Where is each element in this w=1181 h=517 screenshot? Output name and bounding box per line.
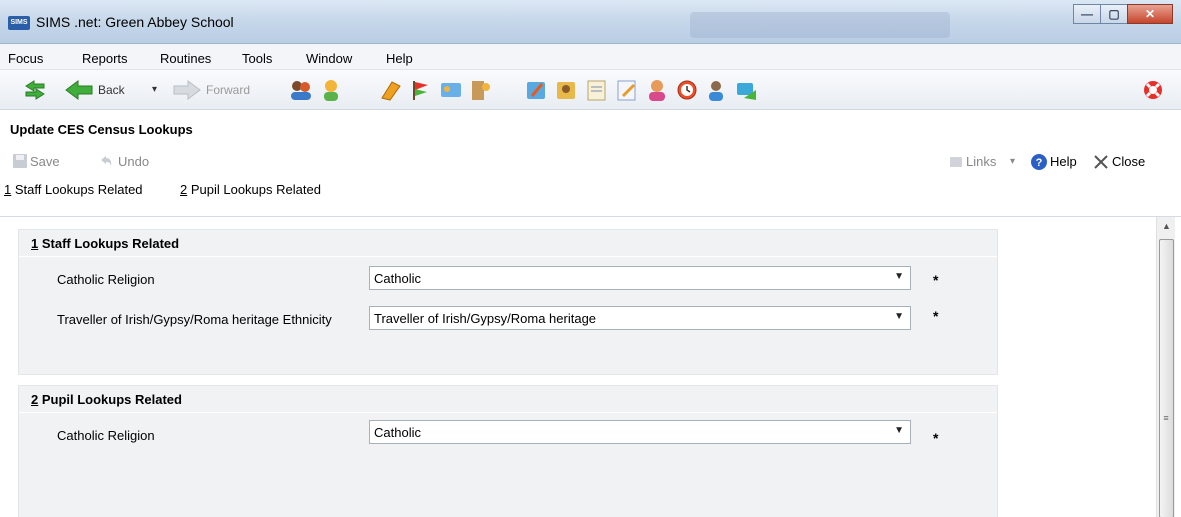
assessment-icon[interactable] [524, 78, 550, 102]
window-title: SIMS .net: Green Abbey School [36, 14, 234, 30]
required-marker: * [933, 308, 939, 324]
switch-arrows-icon[interactable] [22, 78, 48, 102]
user-icon[interactable] [704, 78, 730, 102]
help-button[interactable]: Help [1050, 154, 1077, 169]
minimize-icon: — [1081, 7, 1093, 21]
page-title: Update CES Census Lookups [10, 122, 193, 137]
traveller-ethnicity-select[interactable]: Traveller of Irish/Gypsy/Roma heritage ▼ [369, 306, 911, 330]
chevron-down-icon: ▼ [894, 271, 904, 282]
menu-tools[interactable]: Tools [242, 51, 272, 66]
students-icon[interactable] [288, 78, 314, 102]
chevron-down-icon: ▼ [894, 425, 904, 436]
forward-arrow-icon [173, 80, 201, 100]
maximize-icon: ▢ [1108, 7, 1120, 21]
contact-icon[interactable] [318, 78, 344, 102]
maximize-button[interactable]: ▢ [1100, 4, 1128, 24]
lifebuoy-help-icon[interactable] [1140, 78, 1166, 102]
select-value: Catholic [374, 425, 421, 440]
save-button[interactable]: Save [30, 154, 60, 169]
pupil-lookups-panel: 2 Pupil Lookups Related Catholic Religio… [18, 385, 998, 517]
transfer-icon[interactable] [734, 78, 760, 102]
close-icon: ✕ [1144, 7, 1156, 21]
back-arrow-icon[interactable] [64, 78, 94, 102]
sims-app-icon: SIMS [8, 16, 30, 30]
field-label: Catholic Religion [57, 428, 155, 443]
form-scroll-area: 1 Staff Lookups Related Catholic Religio… [0, 216, 1181, 517]
flag-icon[interactable] [408, 78, 434, 102]
save-icon [13, 154, 27, 168]
staff-lookups-panel: 1 Staff Lookups Related Catholic Religio… [18, 229, 998, 375]
catholic-religion-select[interactable]: Catholic ▼ [369, 266, 911, 290]
select-value: Traveller of Irish/Gypsy/Roma heritage [374, 311, 597, 326]
select-value: Catholic [374, 271, 421, 286]
vertical-scrollbar[interactable]: ▲ ≡ [1156, 217, 1175, 517]
scroll-up-icon[interactable]: ▲ [1157, 221, 1176, 231]
back-button[interactable]: Back [98, 83, 125, 97]
field-label: Traveller of Irish/Gypsy/Roma heritage E… [57, 312, 332, 327]
menu-focus[interactable]: Focus [8, 51, 43, 66]
group-icon[interactable] [644, 78, 670, 102]
field-label: Catholic Religion [57, 272, 155, 287]
menu-routines[interactable]: Routines [160, 51, 211, 66]
scrollbar-thumb[interactable] [1159, 239, 1174, 517]
window-titlebar: SIMS SIMS .net: Green Abbey School — ▢ ✕ [0, 0, 1181, 44]
back-dropdown-icon[interactable]: ▾ [152, 84, 157, 95]
help-icon: ? [1031, 154, 1047, 170]
menu-reports[interactable]: Reports [82, 51, 128, 66]
staff-card-icon[interactable] [438, 78, 464, 102]
close-button[interactable]: Close [1112, 154, 1145, 169]
timetable-clock-icon[interactable] [674, 78, 700, 102]
undo-button[interactable]: Undo [118, 154, 149, 169]
links-dropdown-icon[interactable]: ▾ [1010, 156, 1015, 167]
book-icon[interactable] [378, 78, 404, 102]
svg-text:?: ? [1036, 157, 1043, 169]
links-icon [950, 157, 962, 167]
forward-button[interactable]: Forward [206, 83, 250, 97]
document-icon[interactable] [584, 78, 610, 102]
background-taskbar-item [690, 12, 950, 38]
minimize-button[interactable]: — [1073, 4, 1101, 24]
content-area: Update CES Census Lookups Save Undo Link… [0, 110, 1181, 517]
profile-icon[interactable] [554, 78, 580, 102]
required-marker: * [933, 430, 939, 446]
main-toolbar: Back ▾ Forward [0, 70, 1181, 110]
menu-bar: Focus Reports Routines Tools Window Help [0, 44, 1181, 70]
edit-document-icon[interactable] [614, 78, 640, 102]
close-scissors-icon [1094, 155, 1108, 169]
person-door-icon[interactable] [468, 78, 494, 102]
section-link-pupil[interactable]: 2 Pupil Lookups Related [180, 182, 321, 197]
pupil-catholic-religion-select[interactable]: Catholic ▼ [369, 420, 911, 444]
window-controls: — ▢ ✕ [1073, 4, 1173, 24]
undo-icon [101, 156, 112, 166]
links-button[interactable]: Links [966, 154, 996, 169]
section-heading-staff: 1 Staff Lookups Related [31, 236, 180, 251]
required-marker: * [933, 272, 939, 288]
grip-icon: ≡ [1163, 413, 1169, 423]
menu-help[interactable]: Help [386, 51, 413, 66]
section-link-staff[interactable]: 1 Staff Lookups Related [4, 182, 143, 197]
close-window-button[interactable]: ✕ [1127, 4, 1173, 24]
menu-window[interactable]: Window [306, 51, 352, 66]
section-heading-pupil: 2 Pupil Lookups Related [31, 392, 182, 407]
chevron-down-icon: ▼ [894, 311, 904, 322]
action-bar: Save Undo Links ▾ ? Help Close [0, 150, 1181, 174]
